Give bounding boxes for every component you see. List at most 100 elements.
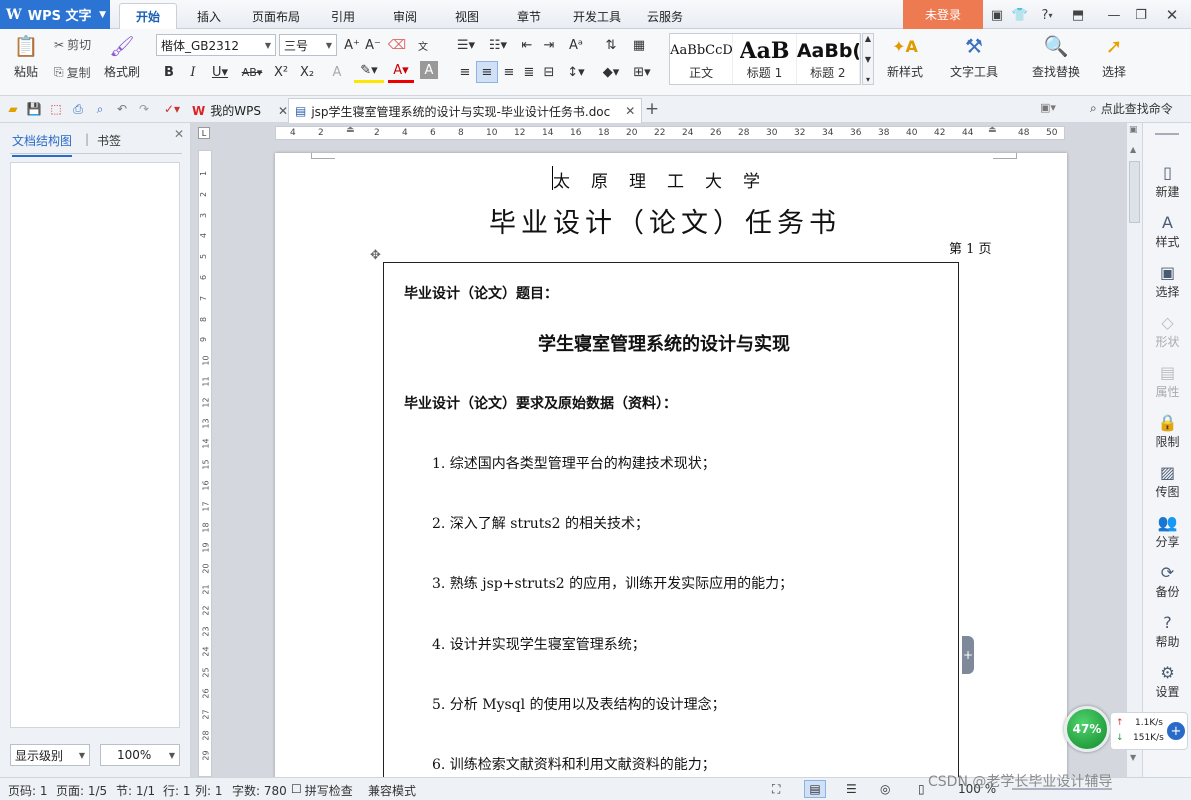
customize-qa-icon[interactable]: ✓▾: [164, 101, 180, 117]
border-icon[interactable]: ⊞▾: [630, 61, 654, 83]
panel-backup-button[interactable]: ⟳ 备份: [1143, 563, 1191, 600]
task-table[interactable]: 毕业设计（论文）题目： 学生寝室管理系统的设计与实现 毕业设计（论文）要求及原始…: [383, 262, 959, 777]
tab-chapter[interactable]: 章节: [500, 3, 558, 29]
outline-view-icon[interactable]: ☰: [846, 782, 857, 796]
align-center-icon[interactable]: ≡: [476, 61, 498, 83]
page-view-icon[interactable]: ▤: [804, 780, 826, 798]
format-painter-button[interactable]: 🖌 格式刷: [102, 33, 142, 80]
table-move-handle-icon[interactable]: ✥: [370, 248, 381, 263]
full-screen-icon[interactable]: ⛶: [772, 782, 780, 797]
redo-icon[interactable]: ↷: [136, 101, 152, 117]
table-icon[interactable]: ▦: [628, 34, 650, 56]
underline-icon[interactable]: U▾: [206, 61, 234, 83]
restore-ribbon-icon[interactable]: ⬒: [1068, 5, 1088, 25]
tab-document[interactable]: ▤ jsp学生寝室管理系统的设计与实现-毕业设计任务书.doc ✕: [288, 98, 643, 123]
help-dropdown-icon[interactable]: ? ▾: [1034, 5, 1060, 25]
superscript-icon[interactable]: X²: [270, 61, 292, 83]
document-canvas[interactable]: 太 原 理 工 大 学 毕业设计（论文）任务书 第 1 页 ✥ 毕业设计（论文）…: [212, 140, 1126, 777]
indent-icon[interactable]: ⇥: [538, 34, 560, 56]
font-name-select[interactable]: 楷体_GB2312 ▼: [156, 34, 276, 56]
change-case-icon[interactable]: Aᵃ: [562, 34, 590, 56]
panel-send-button[interactable]: ▨ 传图: [1143, 463, 1191, 500]
tab-home[interactable]: 开始: [119, 3, 177, 29]
export-pdf-icon[interactable]: ⬚: [48, 101, 64, 117]
tab-list-icon[interactable]: ▣▾: [1040, 101, 1056, 114]
char-shading-icon[interactable]: A: [420, 61, 438, 79]
command-search[interactable]: ⌕ 点此查找命令: [1090, 100, 1173, 117]
chevron-up-icon[interactable]: ▲: [1130, 145, 1136, 154]
print-icon[interactable]: ⎙: [70, 101, 86, 117]
panel-shape-button[interactable]: ◇ 形状: [1143, 313, 1191, 350]
shirt-icon[interactable]: 👕: [1010, 5, 1030, 25]
line-spacing-icon[interactable]: ↕▾: [562, 61, 590, 83]
numbering-icon[interactable]: ☷▾: [484, 34, 512, 56]
maximize-icon[interactable]: ❐: [1131, 5, 1151, 25]
bold-icon[interactable]: B: [158, 61, 180, 83]
bullets-icon[interactable]: ☰▾: [452, 34, 480, 56]
horizontal-ruler[interactable]: 4 2 2 4 6 8 10 12 14 16 18 20 22 24 26 28 30 32 34 36 38 40 42…: [275, 125, 1065, 140]
new-style-button[interactable]: ✦A 新样式: [880, 33, 930, 80]
subscript-icon[interactable]: X₂: [296, 61, 318, 83]
style-normal[interactable]: AaBbCcD 正文: [670, 34, 734, 84]
strikethrough-icon[interactable]: AB▾: [238, 61, 266, 83]
find-replace-button[interactable]: 🔍 查找替换: [1026, 33, 1086, 80]
indent-marker-icon[interactable]: ⏏: [346, 125, 355, 135]
select-button[interactable]: ➚ 选择: [1094, 33, 1134, 80]
status-words[interactable]: 字数: 780: [232, 782, 287, 799]
add-icon[interactable]: +: [1167, 722, 1185, 740]
new-tab-icon[interactable]: +: [644, 99, 660, 119]
style-heading1[interactable]: AaB 标题 1: [733, 34, 797, 84]
style-scroll[interactable]: ▲ ▼ ▾: [862, 33, 874, 85]
speed-gauge[interactable]: 47%: [1064, 706, 1110, 752]
font-size-select[interactable]: 三号 ▼: [279, 34, 337, 56]
phonetic-icon[interactable]: 文: [412, 34, 434, 56]
sort-icon[interactable]: ⇅: [598, 34, 624, 56]
panel-gear-button[interactable]: ⚙ 设置: [1143, 663, 1191, 700]
skin-icon[interactable]: ▣: [987, 5, 1007, 25]
cut-button[interactable]: ✂ 剪切: [54, 36, 91, 53]
outdent-icon[interactable]: ⇤: [516, 34, 538, 56]
reading-view-icon[interactable]: ▯: [918, 782, 925, 796]
close-icon[interactable]: ✕: [625, 104, 635, 118]
justify-icon[interactable]: ≣: [518, 61, 540, 83]
panel-new-button[interactable]: ▯ 新建: [1143, 163, 1191, 200]
distribute-icon[interactable]: ⊟: [538, 61, 560, 83]
close-icon[interactable]: ✕: [174, 127, 184, 141]
close-icon[interactable]: ✕: [278, 104, 288, 118]
save-icon[interactable]: 💾: [26, 101, 42, 117]
shrink-font-icon[interactable]: A⁻: [362, 34, 384, 56]
expand-panel-handle[interactable]: +: [962, 636, 974, 674]
right-indent-marker-icon[interactable]: ⏏: [988, 125, 997, 135]
web-view-icon[interactable]: ◎: [880, 782, 890, 796]
tab-view[interactable]: 视图: [438, 3, 496, 29]
style-heading2[interactable]: AaBb(标题 2: [797, 34, 860, 84]
copy-button[interactable]: ⎘ 复制: [54, 64, 91, 81]
panel-share-button[interactable]: 👥 分享: [1143, 513, 1191, 550]
tab-my-wps[interactable]: W 我的WPS ✕: [186, 98, 294, 123]
text-effect-icon[interactable]: A: [326, 61, 348, 83]
tab-review[interactable]: 审阅: [376, 3, 434, 29]
tab-stop-selector[interactable]: L: [198, 127, 210, 139]
document-page[interactable]: 太 原 理 工 大 学 毕业设计（论文）任务书 第 1 页 ✥ 毕业设计（论文）…: [275, 153, 1067, 777]
font-color-icon[interactable]: A▾: [388, 61, 414, 83]
grow-font-icon[interactable]: A⁺: [341, 34, 363, 56]
close-icon[interactable]: ✕: [1162, 5, 1182, 25]
tab-page-layout[interactable]: 页面布局: [240, 3, 312, 29]
tab-insert[interactable]: 插入: [180, 3, 238, 29]
chevron-down-icon[interactable]: ▼: [1130, 753, 1136, 762]
minimize-icon[interactable]: —: [1104, 5, 1124, 25]
paste-button[interactable]: 📋 粘贴: [8, 33, 44, 80]
align-left-icon[interactable]: ≡: [454, 61, 476, 83]
open-folder-icon[interactable]: ▰: [5, 101, 21, 117]
scroll-thumb[interactable]: [1129, 161, 1140, 223]
panel-limit-button[interactable]: 🔒 限制: [1143, 413, 1191, 450]
panel-props-button[interactable]: ▤ 属性: [1143, 363, 1191, 400]
spell-check-toggle[interactable]: ☐ 拼写检查: [291, 782, 353, 799]
tab-developer[interactable]: 开发工具: [562, 3, 632, 29]
italic-icon[interactable]: I: [182, 61, 204, 83]
vertical-ruler[interactable]: 1 2 3 4 5 6 7 8 9 10 11 12 13 14 15 16 17 18 19 20 21 22 23 24 2…: [198, 150, 212, 777]
split-icon[interactable]: ▣: [1129, 125, 1138, 135]
print-preview-icon[interactable]: ⌕: [92, 101, 108, 117]
display-level-select[interactable]: 显示级别 ▼: [10, 744, 90, 766]
document-map-tree[interactable]: [10, 162, 180, 728]
